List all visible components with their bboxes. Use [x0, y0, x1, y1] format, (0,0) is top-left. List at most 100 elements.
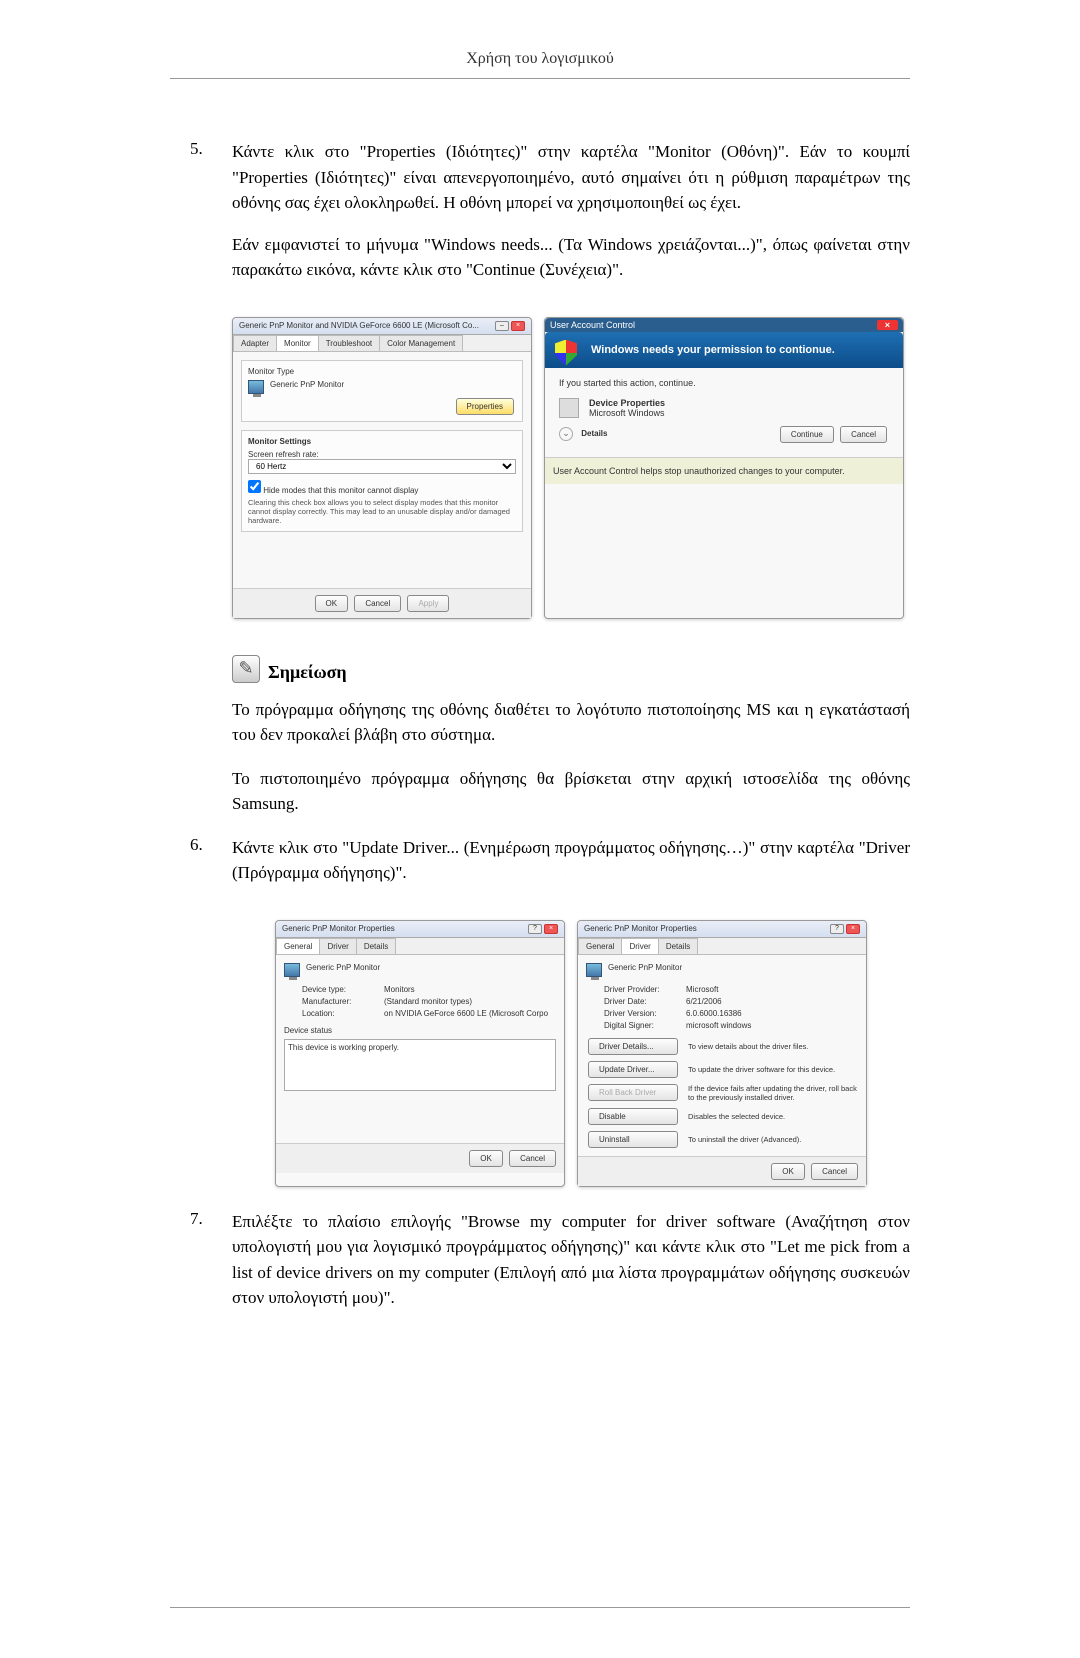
location-value: on NVIDIA GeForce 6600 LE (Microsoft Cor…	[384, 1009, 556, 1018]
monitor-dialog: Generic PnP Monitor and NVIDIA GeForce 6…	[232, 317, 532, 619]
driver-buttons-column: Driver Details... To view details about t…	[586, 1038, 858, 1148]
driver-details-desc: To view details about the driver files.	[688, 1042, 858, 1051]
date-value: 6/21/2006	[686, 997, 858, 1006]
monitor-icon	[248, 380, 264, 394]
shield-icon	[555, 340, 577, 366]
tab-general[interactable]: General	[276, 938, 320, 954]
list-item-6: 6. Κάντε κλικ στο "Update Driver... (Ενη…	[190, 835, 910, 902]
signer-value: microsoft windows	[686, 1021, 858, 1030]
cancel-button[interactable]: Cancel	[509, 1150, 556, 1167]
cancel-button[interactable]: Cancel	[811, 1163, 858, 1180]
version-key: Driver Version:	[604, 1009, 686, 1018]
device-status-label: Device status	[284, 1026, 332, 1035]
ok-button[interactable]: OK	[469, 1150, 503, 1167]
roll-back-button: Roll Back Driver	[588, 1084, 678, 1101]
monitor-icon	[284, 963, 300, 977]
uac-title: User Account Control	[550, 320, 635, 330]
version-value: 6.0.6000.16386	[686, 1009, 858, 1018]
device-type-key: Device type:	[302, 985, 384, 994]
tab-details[interactable]: Details	[658, 938, 698, 954]
dialog-footer: OK Cancel Apply	[233, 588, 531, 618]
ok-button[interactable]: OK	[771, 1163, 805, 1180]
list-item-5: 5. Κάντε κλικ στο "Properties (Ιδιότητες…	[190, 139, 910, 299]
tab-troubleshoot[interactable]: Troubleshoot	[318, 335, 380, 351]
uninstall-button[interactable]: Uninstall	[588, 1131, 678, 1148]
uac-item: Device Properties Microsoft Windows	[559, 398, 889, 418]
uac-details-label[interactable]: Details	[581, 429, 607, 438]
uac-details-row: ⌄ Details Continue Cancel	[559, 426, 889, 443]
uac-header: Windows needs your permission to contion…	[545, 332, 903, 368]
uac-item-sub: Microsoft Windows	[589, 408, 665, 418]
properties-button[interactable]: Properties	[456, 398, 514, 415]
device-type-value: Monitors	[384, 985, 556, 994]
monitor-device-name: Generic PnP Monitor	[270, 380, 344, 389]
location-key: Location:	[302, 1009, 384, 1018]
dialog-title: Generic PnP Monitor and NVIDIA GeForce 6…	[239, 321, 479, 330]
chevron-down-icon[interactable]: ⌄	[559, 427, 573, 441]
monitor-settings-group: Monitor Settings Screen refresh rate: 60…	[241, 430, 523, 532]
refresh-rate-select[interactable]: 60 Hertz	[248, 459, 516, 474]
tab-driver[interactable]: Driver	[319, 938, 356, 954]
dialog-body: Generic PnP Monitor Driver Provider:Micr…	[578, 955, 866, 1156]
dialog-tabs: Adapter Monitor Troubleshoot Color Manag…	[233, 335, 531, 352]
list-number: 6.	[190, 835, 232, 902]
device-status-text: This device is working properly.	[288, 1043, 399, 1052]
uac-cancel-button[interactable]: Cancel	[840, 426, 887, 443]
dialog-footer: OK Cancel	[578, 1156, 866, 1186]
dialog-title: Generic PnP Monitor Properties	[584, 924, 697, 933]
refresh-rate-label: Screen refresh rate:	[248, 450, 516, 459]
manufacturer-key: Manufacturer:	[302, 997, 384, 1006]
uac-footer: User Account Control helps stop unauthor…	[545, 457, 903, 484]
content-area: 5. Κάντε κλικ στο "Properties (Ιδιότητες…	[0, 139, 1080, 1327]
list-body: Κάντε κλικ στο "Properties (Ιδιότητες)" …	[232, 139, 910, 299]
dialog-body: Monitor Type Generic PnP Monitor Propert…	[233, 352, 531, 588]
dialog-tabs: General Driver Details	[276, 938, 564, 955]
ok-button[interactable]: OK	[315, 595, 349, 612]
tab-details[interactable]: Details	[356, 938, 396, 954]
cancel-button[interactable]: Cancel	[354, 595, 401, 612]
uac-header-text: Windows needs your permission to contion…	[591, 344, 835, 356]
uac-close-button[interactable]: ×	[877, 320, 898, 330]
note-heading: ✎ Σημείωση	[232, 655, 910, 683]
list-body: Κάντε κλικ στο "Update Driver... (Ενημέρ…	[232, 835, 910, 902]
tab-color-management[interactable]: Color Management	[379, 335, 463, 351]
monitor-type-label: Monitor Type	[248, 367, 516, 376]
disable-desc: Disables the selected device.	[688, 1112, 858, 1121]
device-name: Generic PnP Monitor	[306, 963, 380, 972]
note-para1: Το πρόγραμμα οδήγησης της οθόνης διαθέτε…	[232, 697, 910, 748]
provider-value: Microsoft	[686, 985, 858, 994]
help-button[interactable]: ?	[830, 924, 844, 934]
disable-button[interactable]: Disable	[588, 1108, 678, 1125]
uac-subtitle: If you started this action, continue.	[559, 378, 889, 388]
uac-titlebar: User Account Control ×	[545, 318, 903, 332]
monitor-type-group: Monitor Type Generic PnP Monitor Propert…	[241, 360, 523, 422]
dialog-title: Generic PnP Monitor Properties	[282, 924, 395, 933]
close-button[interactable]: ×	[511, 321, 525, 331]
dialog-tabs: General Driver Details	[578, 938, 866, 955]
dialog-titlebar: Generic PnP Monitor Properties ? ×	[276, 921, 564, 938]
page-header: Χρήση του λογισμικού	[170, 50, 910, 79]
list-body: Επιλέξτε το πλαίσιο επιλογής "Browse my …	[232, 1209, 910, 1327]
hide-modes-checkbox[interactable]	[248, 480, 261, 493]
note-para2: Το πιστοποιημένο πρόγραμμα οδήγησης θα β…	[232, 766, 910, 817]
uac-body: If you started this action, continue. De…	[545, 368, 903, 457]
uac-continue-button[interactable]: Continue	[780, 426, 834, 443]
provider-key: Driver Provider:	[604, 985, 686, 994]
driver-details-button[interactable]: Driver Details...	[588, 1038, 678, 1055]
tab-driver[interactable]: Driver	[621, 938, 658, 954]
monitor-settings-label: Monitor Settings	[248, 437, 516, 446]
tab-general[interactable]: General	[578, 938, 622, 954]
item5-para2: Εάν εμφανιστεί το μήνυμα "Windows needs.…	[232, 232, 910, 283]
update-driver-button[interactable]: Update Driver...	[588, 1061, 678, 1078]
help-button[interactable]: ?	[528, 924, 542, 934]
tab-adapter[interactable]: Adapter	[233, 335, 277, 351]
dialog-titlebar: Generic PnP Monitor and NVIDIA GeForce 6…	[233, 318, 531, 335]
page-footer-rule	[170, 1607, 910, 1608]
minimize-button[interactable]: –	[495, 321, 509, 331]
date-key: Driver Date:	[604, 997, 686, 1006]
close-button[interactable]: ×	[544, 924, 558, 934]
uninstall-desc: To uninstall the driver (Advanced).	[688, 1135, 858, 1144]
uac-dialog: User Account Control × Windows needs you…	[544, 317, 904, 619]
tab-monitor[interactable]: Monitor	[276, 335, 319, 351]
close-button[interactable]: ×	[846, 924, 860, 934]
